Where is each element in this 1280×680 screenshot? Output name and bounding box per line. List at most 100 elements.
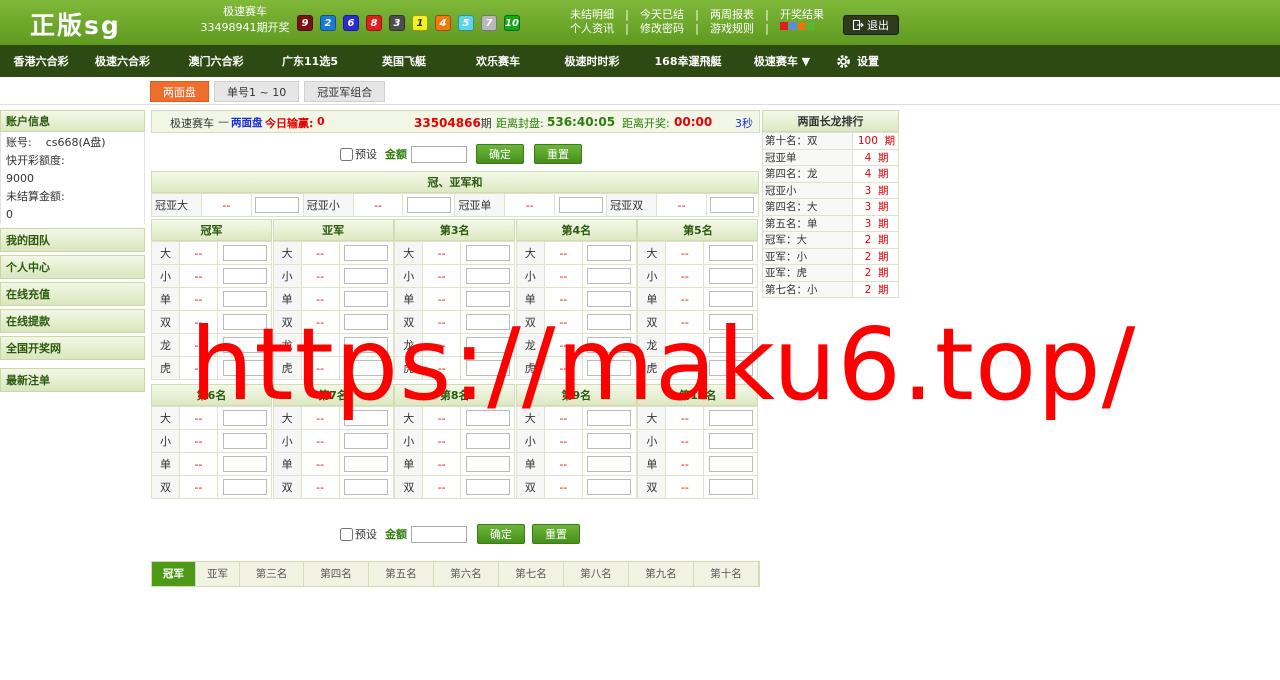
reset-button[interactable]: 重置 — [532, 524, 580, 544]
result-tab[interactable]: 第七名 — [499, 562, 564, 586]
result-tab[interactable]: 第九名 — [629, 562, 694, 586]
option-amount-input[interactable] — [344, 245, 389, 261]
option-amount-input[interactable] — [587, 479, 632, 495]
combo-amount-input[interactable] — [558, 197, 603, 213]
result-tab[interactable]: 亚军 — [196, 562, 240, 586]
option-amount-input[interactable] — [465, 268, 510, 284]
draw-ball: 7 — [481, 15, 497, 31]
draw-ball: 8 — [366, 15, 382, 31]
theme-swatch[interactable] — [798, 22, 806, 30]
sidebar-menu-item[interactable]: 全国开奖网 — [0, 336, 145, 360]
option-amount-input[interactable] — [587, 245, 632, 261]
option-amount-input[interactable] — [344, 479, 389, 495]
result-tab[interactable]: 第五名 — [369, 562, 434, 586]
combo-amount-input[interactable] — [406, 197, 451, 213]
top-link[interactable]: 未结明细 — [570, 8, 614, 22]
position-title: 冠军 — [151, 219, 272, 241]
option-input-cell — [338, 241, 394, 265]
preset-checkbox[interactable] — [340, 147, 353, 161]
option-amount-input[interactable] — [587, 433, 632, 449]
option-amount-input[interactable] — [222, 456, 267, 472]
option-amount-input[interactable] — [587, 268, 632, 284]
result-tab[interactable]: 第六名 — [434, 562, 499, 586]
gear-icon — [837, 54, 850, 68]
theme-swatch[interactable] — [780, 22, 788, 30]
option-input-cell — [338, 264, 394, 288]
result-tab[interactable]: 冠军 — [152, 562, 196, 586]
confirm-button[interactable]: 确定 — [477, 524, 525, 544]
result-tab[interactable]: 第八名 — [564, 562, 629, 586]
option-label: 小 — [637, 264, 667, 288]
top-link[interactable]: 修改密码 — [640, 22, 684, 36]
result-tab[interactable]: 第三名 — [240, 562, 304, 586]
option-amount-input[interactable] — [708, 456, 753, 472]
option-label: 小 — [272, 429, 302, 453]
option-amount-input[interactable] — [465, 245, 510, 261]
option-label: 单 — [394, 452, 424, 476]
option-label: 大 — [151, 241, 180, 265]
option-amount-input[interactable] — [344, 268, 389, 284]
option-amount-input[interactable] — [344, 456, 389, 472]
color-theme-picker[interactable] — [780, 22, 815, 36]
sidebar-menu-item[interactable]: 个人中心 — [0, 255, 145, 279]
combo-amount-input[interactable] — [710, 197, 755, 213]
game-name: 极速赛车 — [223, 5, 267, 18]
option-amount-input[interactable] — [708, 433, 753, 449]
logout-button[interactable]: 退出 — [843, 15, 899, 35]
nav-item[interactable]: 澳门六合彩 — [169, 53, 263, 69]
tab-3[interactable]: 冠亚军组合 — [304, 81, 386, 102]
option-amount-input[interactable] — [587, 456, 632, 472]
amount-input[interactable] — [411, 145, 467, 163]
nav-item[interactable]: 极速赛车 ▼ — [737, 53, 827, 69]
theme-swatch[interactable] — [789, 22, 797, 30]
combo-odds: -- — [504, 193, 556, 217]
nav-item[interactable]: 香港六合彩 — [6, 53, 76, 69]
option-amount-input[interactable] — [708, 245, 753, 261]
option-amount-input[interactable] — [344, 433, 389, 449]
result-tab[interactable]: 第十名 — [694, 562, 759, 586]
option-odds: -- — [179, 429, 218, 453]
unsettled-label: 未结算金额: — [6, 190, 65, 203]
option-odds: -- — [665, 452, 705, 476]
tab-2[interactable]: 单号1 ~ 10 — [214, 81, 300, 102]
sidebar-menu-item[interactable]: 在线充值 — [0, 282, 145, 306]
nav-item[interactable]: 168幸運飛艇 — [639, 53, 737, 69]
option-amount-input[interactable] — [222, 268, 267, 284]
option-amount-input[interactable] — [222, 479, 267, 495]
nav-item[interactable]: 极速六合彩 — [76, 53, 169, 69]
option-amount-input[interactable] — [465, 456, 510, 472]
combo-amount-input[interactable] — [255, 197, 300, 213]
amount-input[interactable] — [411, 525, 467, 543]
ranking-name: 亚军：小 — [762, 247, 853, 265]
preset-checkbox[interactable] — [340, 527, 353, 541]
confirm-button[interactable]: 确定 — [476, 144, 524, 164]
tab-1[interactable]: 两面盘 — [150, 81, 209, 102]
top-link[interactable]: 两周报表 — [710, 8, 754, 22]
option-amount-input[interactable] — [222, 245, 267, 261]
top-link[interactable]: 个人资讯 — [570, 22, 614, 36]
option-amount-input[interactable] — [465, 479, 510, 495]
theme-swatch[interactable] — [807, 22, 815, 30]
nav-item[interactable]: 欢乐赛车 — [451, 53, 545, 69]
nav-item[interactable]: 英国飞艇 — [357, 53, 451, 69]
option-amount-input[interactable] — [708, 479, 753, 495]
top-link[interactable]: 游戏规则 — [710, 22, 754, 36]
sidebar-menu-item[interactable]: 最新注单 — [0, 368, 145, 392]
refresh-timer[interactable]: 3秒 — [735, 115, 753, 131]
settings-button[interactable]: 设置 — [835, 53, 879, 70]
nav-item[interactable]: 极速时时彩 — [545, 53, 639, 69]
option-label: 双 — [272, 475, 302, 499]
sidebar-menu-item[interactable]: 我的团队 — [0, 228, 145, 252]
option-amount-input[interactable] — [708, 268, 753, 284]
option-input-cell — [217, 429, 272, 453]
sidebar-menu-item[interactable]: 在线提款 — [0, 309, 145, 333]
top-link[interactable]: 今天已结 — [640, 8, 684, 22]
nav-item[interactable]: 广东11选5 — [263, 53, 357, 69]
option-amount-input[interactable] — [222, 433, 267, 449]
reset-button[interactable]: 重置 — [534, 144, 582, 164]
option-label: 小 — [394, 429, 424, 453]
top-link[interactable]: 开奖结果 — [780, 8, 824, 22]
result-tab[interactable]: 第四名 — [304, 562, 369, 586]
option-amount-input[interactable] — [465, 433, 510, 449]
option-label: 小 — [151, 429, 180, 453]
